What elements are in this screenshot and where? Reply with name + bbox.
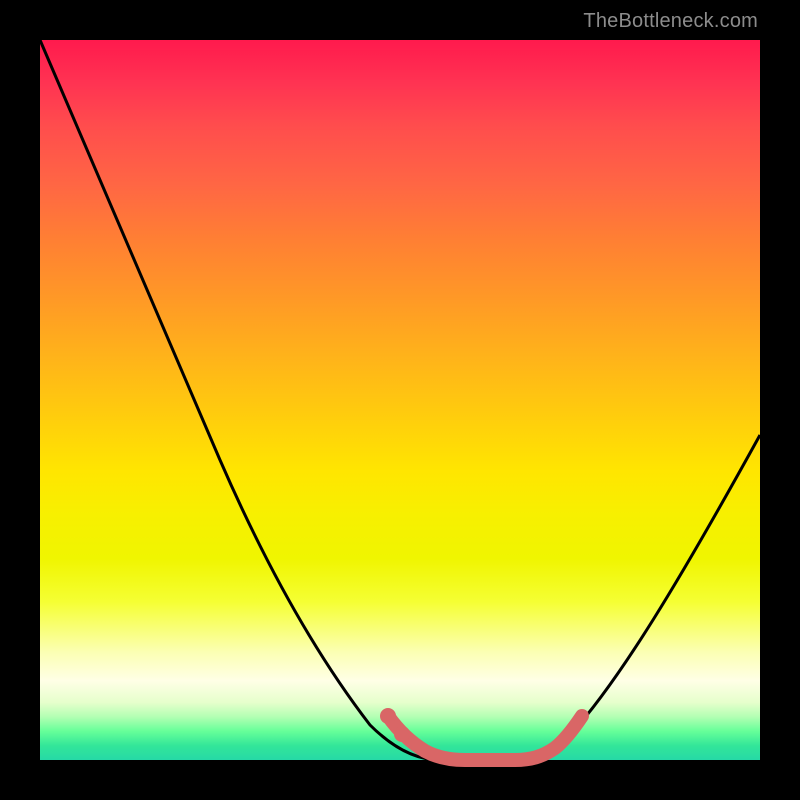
chart-container: TheBottleneck.com (0, 0, 800, 800)
optimal-zone-highlight (388, 716, 582, 760)
bottleneck-curve (40, 40, 760, 760)
marker-dot-1 (380, 708, 396, 724)
chart-svg (40, 40, 760, 760)
marker-dot-2 (394, 726, 410, 742)
attribution-text: TheBottleneck.com (583, 10, 758, 33)
